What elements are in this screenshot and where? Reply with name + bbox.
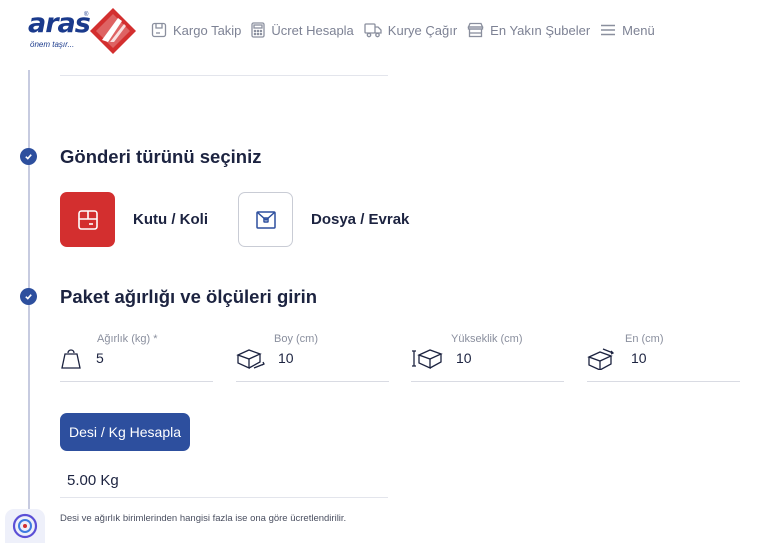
nav-menu[interactable]: Menü [600, 23, 655, 38]
height-input[interactable] [456, 348, 536, 368]
type-option-label: Dosya / Evrak [311, 211, 410, 228]
weight-icon [61, 349, 81, 369]
assistant-widget[interactable] [5, 509, 45, 543]
store-icon [467, 22, 484, 38]
package-dimensions-title: Paket ağırlığı ve ölçüleri girin [60, 286, 318, 307]
weight-input[interactable] [96, 348, 176, 368]
field-underline [587, 381, 740, 382]
field-underline [60, 381, 213, 382]
logo-tagline: önem taşır... [30, 40, 75, 49]
calculate-desi-button[interactable]: Desi / Kg Hesapla [60, 413, 190, 451]
truck-icon [364, 23, 382, 38]
field-label: Boy (cm) [274, 333, 318, 345]
divider [60, 75, 388, 76]
calculator-icon [251, 22, 266, 38]
nav-label: En Yakın Şubeler [490, 22, 591, 38]
type-option-box[interactable] [60, 192, 115, 247]
nav-ucret-hesapla[interactable]: Ücret Hesapla [251, 22, 354, 38]
result-underline [60, 497, 388, 498]
step-complete-check-icon [20, 148, 37, 165]
width-input[interactable] [631, 348, 711, 368]
package-icon [151, 22, 167, 38]
length-input[interactable] [278, 348, 358, 368]
field-underline [236, 381, 389, 382]
type-option-dosya-evrak[interactable]: Dosya / Evrak [238, 192, 409, 247]
nav-label: Kargo Takip [173, 22, 242, 38]
main-nav: Kargo Takip Ücret Hesapla Kurye Çağır En… [151, 19, 665, 41]
width-field: En (cm) [587, 330, 740, 382]
nav-kurye-cagir[interactable]: Kurye Çağır [364, 22, 457, 38]
chat-assistant-icon [12, 513, 38, 539]
nav-kargo-takip[interactable]: Kargo Takip [151, 22, 241, 38]
page: aras ® önem taşır... Kargo Takip Ücret H… [0, 0, 768, 543]
field-label: Ağırlık (kg) * [97, 333, 158, 345]
nav-label: Kurye Çağır [387, 22, 458, 38]
box-length-icon [236, 349, 265, 370]
envelope-icon [255, 210, 276, 229]
nav-label: Menü [622, 22, 655, 38]
field-label: Yükseklik (cm) [451, 333, 523, 345]
pricing-note: Desi ve ağırlık birimlerinden hangisi fa… [60, 513, 347, 524]
box-icon [77, 209, 98, 230]
height-field: Yükseklik (cm) [411, 330, 564, 382]
box-width-icon [587, 348, 615, 370]
field-label: En (cm) [625, 333, 664, 345]
menu-icon [601, 24, 616, 36]
length-field: Boy (cm) [236, 330, 389, 382]
type-option-box[interactable] [238, 192, 293, 247]
header: aras ® önem taşır... Kargo Takip Ücret H… [0, 0, 768, 62]
type-option-label: Kutu / Koli [133, 211, 208, 228]
nav-label: Ücret Hesapla [271, 22, 354, 38]
aras-logo[interactable]: aras ® önem taşır... [22, 4, 140, 58]
result-value: 5.00 Kg [67, 472, 119, 489]
step-complete-check-icon [20, 288, 37, 305]
nav-en-yakin-subeler[interactable]: En Yakın Şubeler [467, 22, 590, 38]
logo-diamond-icon [90, 8, 136, 54]
type-option-kutu-koli[interactable]: Kutu / Koli [60, 192, 208, 247]
logo-wordmark: aras [28, 8, 91, 39]
field-underline [411, 381, 564, 382]
box-height-icon [412, 349, 443, 370]
weight-field: Ağırlık (kg) * [60, 330, 213, 382]
shipment-type-title: Gönderi türünü seçiniz [60, 146, 262, 167]
